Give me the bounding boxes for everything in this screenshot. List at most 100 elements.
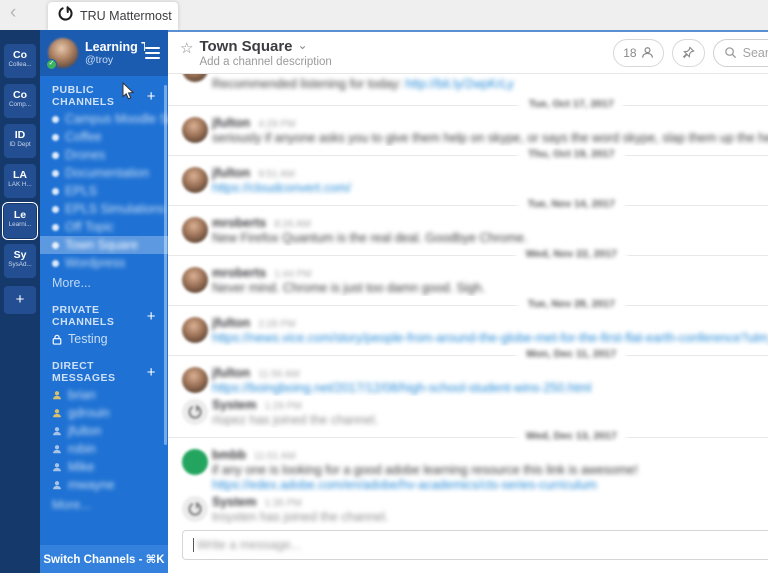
- dm-item[interactable]: gdrouin: [40, 404, 168, 422]
- person-away-icon: [53, 391, 61, 400]
- more-direct-messages-link[interactable]: More...: [40, 496, 168, 514]
- channel-description[interactable]: Add a channel description: [199, 56, 331, 68]
- channel-item[interactable]: Wordpress: [40, 254, 168, 272]
- person-offline-icon: [53, 463, 61, 472]
- message-text: Never mind. Chrome is just too damn good…: [212, 281, 486, 295]
- message-post[interactable]: jfulton 2:28 PM https://news.vice.com/sto…: [168, 314, 768, 346]
- message-post[interactable]: jfulton 9:51 AM https://cloudconvert.com/: [168, 164, 768, 196]
- channel-item[interactable]: Coffee: [40, 128, 168, 146]
- user-avatar[interactable]: [182, 367, 208, 393]
- channel-item[interactable]: Off Topic: [40, 218, 168, 236]
- channel-switcher-button[interactable]: Switch Channels - ⌘K: [40, 545, 168, 573]
- app-tab-title: TRU Mattermost: [80, 9, 172, 23]
- message-timestamp: 4:29 PM: [258, 119, 296, 130]
- message-author[interactable]: bmbb: [212, 448, 246, 462]
- channel-item[interactable]: Drones: [40, 146, 168, 164]
- team-tile-comp[interactable]: Co Comp...: [4, 84, 36, 118]
- message-timestamp: 8:26 AM: [274, 219, 311, 230]
- message-post[interactable]: Recommended listening for today: http://…: [168, 74, 768, 96]
- message-link-line: https://edex.adobe.com/en/adobe/hv-acade…: [212, 478, 768, 493]
- add-team-button[interactable]: +: [4, 286, 36, 314]
- add-public-channel-button[interactable]: +: [147, 88, 156, 105]
- message-timestamp: 1:44 PM: [274, 269, 312, 280]
- user-avatar[interactable]: [182, 74, 208, 82]
- user-avatar[interactable]: [182, 167, 208, 193]
- globe-icon: [52, 223, 59, 231]
- globe-icon: [52, 151, 59, 159]
- channel-item[interactable]: Campus Moodle Suppo...: [40, 110, 168, 128]
- message-author[interactable]: jfulton: [212, 316, 250, 330]
- dm-item[interactable]: Mike: [40, 458, 168, 476]
- message-feed[interactable]: Recommended listening for today: http://…: [168, 74, 768, 525]
- channel-item-town-square-selected[interactable]: Town Square: [40, 236, 168, 254]
- user-avatar: ✓: [46, 38, 78, 70]
- channel-title[interactable]: Town Square: [199, 38, 292, 55]
- person-offline-icon: [53, 445, 61, 454]
- message-author[interactable]: jfulton: [212, 366, 250, 380]
- user-avatar[interactable]: [182, 317, 208, 343]
- message-link[interactable]: https://boingboing.net/2017/12/08/high-s…: [212, 381, 591, 395]
- team-tile-colleagues[interactable]: Co Collea...: [4, 44, 36, 78]
- message-timestamp: 11:01 AM: [254, 451, 296, 462]
- message-post[interactable]: mroberts 1:44 PM Never mind. Chrome is ju…: [168, 264, 768, 296]
- message-link[interactable]: https://cloudconvert.com/: [212, 181, 351, 195]
- sidebar-scrollbar[interactable]: [164, 85, 167, 445]
- search-input[interactable]: Search: [712, 38, 768, 67]
- composer-area: Write a message... Help: [168, 525, 768, 573]
- more-public-channels-link[interactable]: More...: [40, 274, 168, 292]
- main-menu-icon[interactable]: [145, 44, 160, 62]
- system-message-text: troyxten has joined the channel.: [212, 510, 389, 524]
- message-link[interactable]: https://edex.adobe.com/en/adobe/hv-acade…: [212, 478, 597, 492]
- channel-item[interactable]: EPLS Simulations: [40, 200, 168, 218]
- team-tile-lak[interactable]: LA LAK H...: [4, 164, 36, 198]
- mouse-cursor: [122, 81, 135, 106]
- favorite-star-icon[interactable]: ☆: [180, 39, 193, 57]
- dm-item[interactable]: robin: [40, 440, 168, 458]
- online-status-icon: ✓: [46, 59, 57, 70]
- system-message[interactable]: System 1:29 PM rlopez has joined the chan…: [168, 396, 768, 428]
- message-link[interactable]: http://bit.ly/2wpKrLy: [405, 77, 514, 91]
- app-window: ‹ TRU Mattermost Co Collea... Co Comp...…: [0, 0, 768, 573]
- message-author[interactable]: mroberts: [212, 266, 266, 280]
- message-link[interactable]: https://news.vice.com/story/people-from-…: [212, 331, 768, 345]
- dm-item[interactable]: mwayne: [40, 476, 168, 494]
- message-post[interactable]: mroberts 8:26 AM New Firefox Quantum is t…: [168, 214, 768, 246]
- channel-item[interactable]: Documentation: [40, 164, 168, 182]
- dm-item[interactable]: brian: [40, 386, 168, 404]
- pinned-posts-button[interactable]: [671, 38, 705, 67]
- sidebar-header[interactable]: ✓ Learning Tech @troy: [40, 30, 168, 76]
- member-count-button[interactable]: 18: [613, 38, 664, 67]
- public-channels-header: PUBLIC CHANNELS +: [52, 84, 156, 108]
- chevron-down-icon[interactable]: ⌄: [298, 38, 308, 52]
- message-author[interactable]: jfulton: [212, 166, 250, 180]
- system-message[interactable]: System 1:35 PM troyxten has joined the ch…: [168, 493, 768, 525]
- message-author[interactable]: mroberts: [212, 216, 266, 230]
- add-direct-message-button[interactable]: +: [147, 364, 156, 381]
- message-timestamp: 9:51 AM: [258, 169, 295, 180]
- date-separator: Tue, Nov 14, 2017: [168, 196, 768, 214]
- app-tab[interactable]: TRU Mattermost: [48, 2, 178, 30]
- back-chevron-icon[interactable]: ‹: [10, 2, 16, 24]
- channel-item[interactable]: EPLS: [40, 182, 168, 200]
- team-tile-sysadmin[interactable]: Sy SysAd...: [4, 244, 36, 278]
- date-separator: Mon, Dec 11, 2017: [168, 346, 768, 364]
- message-text: https://news.vice.com/story/people-from-…: [212, 331, 768, 346]
- search-placeholder: Search: [742, 45, 768, 60]
- message-post[interactable]: jfulton 11:56 AM https://boingboing.net/2…: [168, 364, 768, 396]
- dm-item[interactable]: jfulton: [40, 422, 168, 440]
- team-tile-learning-tech-selected[interactable]: Le Learni...: [2, 202, 38, 240]
- message-text: if any one is looking for a good adobe l…: [212, 463, 638, 477]
- team-tile-id-dept[interactable]: ID ID Dept: [4, 124, 36, 158]
- user-avatar[interactable]: [182, 449, 208, 475]
- globe-icon: [52, 205, 59, 213]
- user-avatar[interactable]: [182, 117, 208, 143]
- user-avatar[interactable]: [182, 217, 208, 243]
- message-timestamp: 1:29 PM: [264, 401, 302, 412]
- message-input[interactable]: Write a message...: [182, 530, 768, 560]
- user-avatar[interactable]: [182, 267, 208, 293]
- message-post[interactable]: bmbb 11:01 AM if any one is looking for a…: [168, 446, 768, 493]
- message-author[interactable]: jfulton: [212, 116, 250, 130]
- channel-item-testing[interactable]: Testing: [40, 330, 168, 348]
- message-post[interactable]: jfulton 4:29 PM seriously if anyone asks …: [168, 114, 768, 146]
- add-private-channel-button[interactable]: +: [147, 308, 156, 325]
